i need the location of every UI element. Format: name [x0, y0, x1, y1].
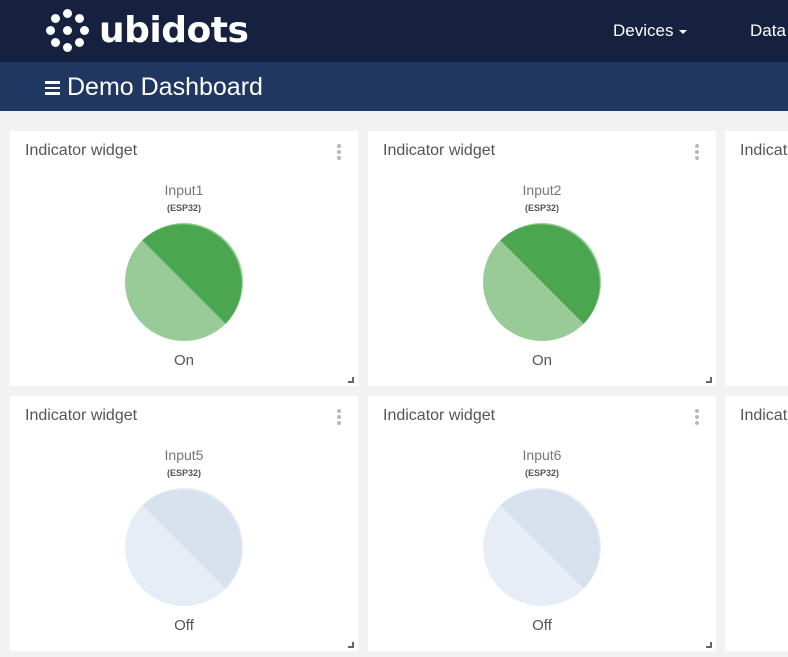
nav-devices-label: Devices [613, 21, 674, 40]
widget-title: Indicat [740, 407, 788, 424]
widget-title: Indicator widget [25, 142, 138, 159]
variable-name: Input6 [522, 447, 562, 463]
dashboard-title[interactable]: Demo Dashboard [67, 72, 263, 102]
nav-devices-dropdown[interactable]: Devices [613, 20, 688, 42]
kebab-menu-icon[interactable] [695, 409, 699, 425]
hamburger-menu-icon[interactable] [45, 81, 60, 95]
indicator-widget-partial[interactable]: Indicat [725, 131, 788, 386]
nav-data-label: Data [750, 21, 786, 40]
variable-name: Input5 [164, 447, 204, 463]
indicator-state: On [531, 352, 552, 369]
indicator-state: On [173, 352, 194, 369]
widget-title: Indicator widget [383, 407, 496, 424]
variable-name: Input2 [522, 182, 562, 198]
widget-title: Indicator widget [383, 142, 496, 159]
device-name: (ESP32) [166, 468, 201, 478]
resize-handle-icon[interactable] [706, 642, 712, 648]
indicator-on [483, 223, 601, 341]
caret-down-icon [679, 29, 688, 34]
indicator-widget-input1[interactable]: Indicator widget Input1 (ESP32) On [10, 131, 358, 386]
widget-title: Indicat [740, 142, 788, 159]
indicator-widget-input2[interactable]: Indicator widget Input2 (ESP32) On [368, 131, 716, 386]
resize-handle-icon[interactable] [348, 377, 354, 383]
device-name: (ESP32) [524, 203, 559, 213]
indicator-widget-input5[interactable]: Indicator widget Input5 (ESP32) Off [10, 396, 358, 651]
indicator-state: Off [174, 617, 194, 634]
indicator-state: Off [532, 617, 552, 634]
kebab-menu-icon[interactable] [337, 409, 341, 425]
resize-handle-icon[interactable] [706, 377, 712, 383]
indicator-off [483, 488, 601, 606]
device-name: (ESP32) [166, 203, 201, 213]
indicator-off [125, 488, 243, 606]
widget-title: Indicator widget [25, 407, 138, 424]
ubidots-dots-icon [46, 9, 90, 53]
indicator-on [125, 223, 243, 341]
device-name: (ESP32) [524, 468, 559, 478]
indicator-widget-partial[interactable]: Indicat [725, 396, 788, 651]
ubidots-logo[interactable]: ubidots [46, 9, 249, 53]
nav-data-link[interactable]: Data [750, 20, 786, 42]
brand-name: ubidots [99, 10, 249, 51]
kebab-menu-icon[interactable] [695, 144, 699, 160]
resize-handle-icon[interactable] [348, 642, 354, 648]
indicator-widget-input6[interactable]: Indicator widget Input6 (ESP32) Off [368, 396, 716, 651]
variable-name: Input1 [164, 182, 204, 198]
kebab-menu-icon[interactable] [337, 144, 341, 160]
